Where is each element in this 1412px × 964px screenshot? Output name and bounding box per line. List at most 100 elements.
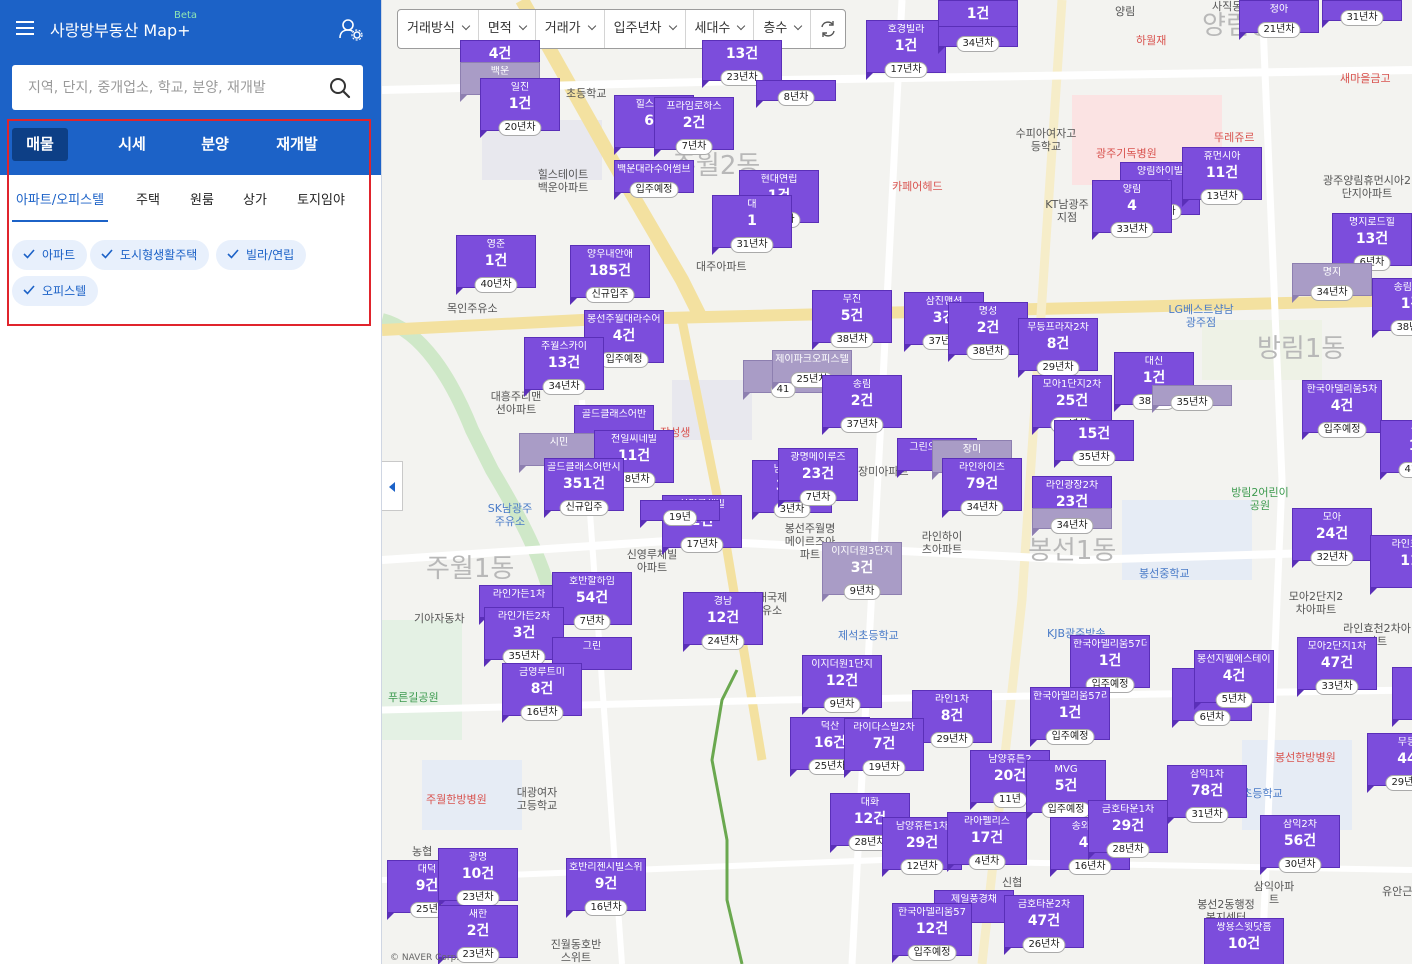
marker-pointer: [844, 770, 852, 778]
subtab-commercial[interactable]: 상가: [235, 190, 275, 222]
listing-marker[interactable]: 영춘 1건 40년차: [456, 235, 536, 295]
marker-pointer: [932, 472, 940, 480]
menu-icon[interactable]: [16, 18, 38, 38]
listing-marker[interactable]: 송림 2건 37년차: [822, 375, 902, 435]
listing-marker[interactable]: 이지더원3단지 3건 9년차: [822, 542, 902, 602]
listing-marker[interactable]: 주월스카이 13건 34년차: [524, 337, 604, 397]
chip-urban-housing[interactable]: 도시형생활주택: [90, 240, 210, 270]
listing-marker[interactable]: 경남 12건 24년차: [683, 592, 763, 652]
listing-marker[interactable]: 봉선지웰에스테이트 4건 5년차: [1194, 650, 1274, 710]
listing-marker[interactable]: 31년차: [1322, 0, 1402, 28]
tab-prices[interactable]: 시세: [104, 128, 160, 161]
listing-marker[interactable]: 모아2단지1차 47건 33년차: [1297, 637, 1377, 697]
chip-officetel[interactable]: 오피스텔: [12, 276, 99, 306]
listing-marker[interactable]: 15건 35년차: [1054, 420, 1134, 468]
marker-age-badge: 17년차: [680, 537, 724, 553]
listing-marker[interactable]: 프라임로하스 2건 7년차: [654, 97, 734, 157]
subtab-oneroom[interactable]: 원룸: [182, 190, 222, 222]
listing-marker[interactable]: 무진 5건 38년차: [812, 290, 892, 350]
listing-marker[interactable]: 대 1 31년차: [712, 195, 792, 255]
search-input[interactable]: [12, 65, 322, 110]
marker-box: 청아 21년차: [1239, 0, 1319, 40]
marker-box: 34년차: [1032, 508, 1112, 536]
listing-marker[interactable]: 35년차: [1152, 385, 1232, 413]
tab-redevelopment[interactable]: 재개발: [264, 128, 330, 161]
listing-marker[interactable]: 13건 23년차: [702, 40, 782, 88]
listing-marker[interactable]: 송림그린 1건 38년차: [1372, 278, 1412, 338]
listing-marker[interactable]: 일진 1건 20년차: [480, 78, 560, 138]
listing-marker[interactable]: 골드클래스어반시티 351건신규입주: [544, 458, 624, 518]
listing-marker[interactable]: 한국아델리움5차 4건 입주예정: [1302, 380, 1382, 440]
listing-marker[interactable]: 34년차: [1032, 508, 1112, 536]
listing-marker[interactable]: 라아펠리스 17건 4년차: [947, 812, 1027, 872]
marker-name: 라이다스빌2차: [853, 722, 915, 733]
listing-marker[interactable]: 라인1차 8건 29년차: [912, 690, 992, 750]
map[interactable]: 양림동 방림1동 주월1동 봉선1동 주월2동 사직동 하월재 새마을금고 수피…: [382, 0, 1412, 964]
listing-marker[interactable]: 무등1차14건: [1392, 667, 1412, 727]
listing-marker[interactable]: 광명메이루즈 23건 7년차: [778, 448, 858, 508]
listing-marker[interactable]: 명성 2건 38년차: [948, 302, 1028, 362]
filter-move-in-year[interactable]: 입주년차: [605, 10, 686, 48]
listing-marker[interactable]: 호반리젠시빌스위트 9건 16년차: [566, 858, 646, 918]
listing-marker[interactable]: 호반할하임 54건 7년차: [552, 572, 632, 632]
marker-pointer: [752, 512, 760, 520]
listing-marker[interactable]: 쌍용스윗닷홈 10건: [1204, 918, 1284, 964]
listing-marker[interactable]: 삼익1차 78건 31년차: [1167, 765, 1247, 825]
listing-marker[interactable]: 이지더원1단지 12건 9년차: [802, 655, 882, 715]
caret-left-icon[interactable]: [382, 461, 403, 511]
listing-marker[interactable]: 19년: [640, 500, 720, 528]
place-label: 라인하이츠아파트: [921, 530, 963, 556]
listing-marker[interactable]: 양림 4 33년차: [1092, 180, 1172, 240]
listing-marker[interactable]: 라인효천 11: [1370, 535, 1412, 595]
listing-marker[interactable]: 백운대라수어썸브릿지입주예정: [614, 160, 694, 200]
marker-box: 이지더원3단지 3건 9년차: [822, 542, 902, 602]
listing-marker[interactable]: 휴먼시아 11건 13년차: [1182, 147, 1262, 207]
listing-marker[interactable]: 삼익2차 56건 30년차: [1260, 815, 1340, 875]
marker-count: 4건: [488, 46, 512, 62]
listing-marker[interactable]: 호경빌라 1건 17년차: [866, 20, 946, 80]
subtab-apartment-officetel[interactable]: 아파트/오피스텔: [12, 190, 108, 222]
tab-listings[interactable]: 매물: [12, 128, 68, 161]
listing-marker[interactable]: 무등 44 29년차: [1367, 733, 1412, 793]
marker-pointer: [1322, 20, 1330, 28]
listing-marker[interactable]: 8년차: [756, 80, 836, 108]
marker-pointer: [1032, 528, 1040, 536]
tab-presale[interactable]: 분양: [187, 128, 243, 161]
place-label: 봉선중학교: [1139, 567, 1190, 580]
listing-marker[interactable]: 무등프라자2차 8건 29년차: [1018, 318, 1098, 378]
listing-marker[interactable]: 모아 24건 32년차: [1292, 508, 1372, 568]
marker-name: 시민: [549, 437, 569, 448]
listing-marker[interactable]: 광명 10건 23년차: [438, 848, 518, 908]
listing-marker[interactable]: 새한 2건 23년차: [438, 905, 518, 964]
search-icon[interactable]: [328, 76, 352, 100]
listing-marker[interactable]: 청아 21년차: [1239, 0, 1319, 40]
subtab-land[interactable]: 토지임야: [289, 190, 353, 222]
listing-marker[interactable]: 34년차: [938, 26, 1018, 54]
chip-apartment[interactable]: 아파트: [12, 240, 88, 270]
user-settings-icon[interactable]: [338, 17, 364, 41]
listing-marker[interactable]: 양우내안애 185건 신규입주: [570, 245, 650, 305]
marker-name: 호반리젠시빌스위트: [569, 862, 643, 873]
listing-marker[interactable]: 삼일1건 41년차: [1380, 420, 1412, 480]
marker-age-badge: 41년차: [1398, 462, 1412, 478]
listing-marker[interactable]: 한국아델리움57리미티드 1건입주예정: [1030, 687, 1110, 747]
marker-pointer: [1018, 370, 1026, 378]
listing-marker[interactable]: 명지로드힐 13건 6년차: [1332, 213, 1412, 273]
place-label: 제석초등학교: [838, 629, 899, 642]
listing-marker[interactable]: 금영루트미 8건 16년차: [502, 663, 582, 723]
marker-box: 한국아델리움5차 4건 입주예정: [1302, 380, 1382, 440]
refresh-icon[interactable]: [811, 10, 845, 48]
listing-marker[interactable]: 라인하이츠 79건 34년차: [942, 458, 1022, 518]
listing-marker[interactable]: 명지 34년차: [1292, 263, 1372, 303]
listing-marker[interactable]: 금호타운1차 29건 28년차: [1088, 800, 1168, 860]
subtab-house[interactable]: 주택: [128, 190, 168, 222]
listing-marker[interactable]: 금호타운2차 47건 26년차: [1004, 895, 1084, 955]
chip-villa[interactable]: 빌라/연립: [216, 240, 307, 270]
marker-age-badge: 35년차: [1170, 395, 1214, 411]
marker-box: 호반할하임 54건 7년차: [552, 572, 632, 632]
filter-price[interactable]: 거래가: [536, 10, 605, 48]
app-title[interactable]: 사랑방부동산 Map+: [50, 17, 191, 41]
listing-marker[interactable]: 한국아델리움57 12건 입주예정: [892, 903, 972, 963]
listing-marker[interactable]: 한국아델리움57더펜트1건입주예정: [1070, 635, 1150, 695]
listing-marker[interactable]: 라이다스빌2차 7건 19년차: [844, 718, 924, 778]
